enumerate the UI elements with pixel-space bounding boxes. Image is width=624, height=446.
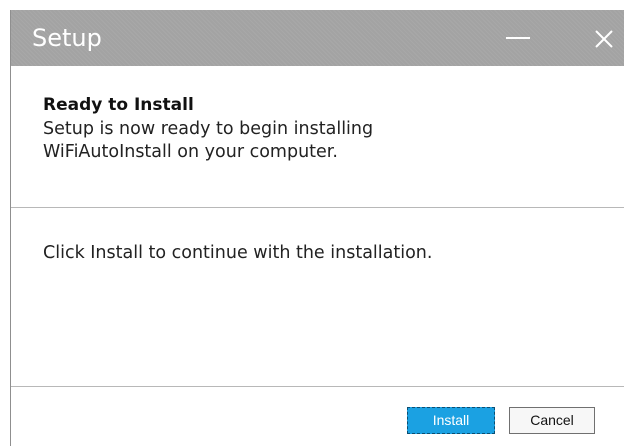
minimize-icon [506,37,530,39]
header-description-line-2: WiFiAutoInstall on your computer. [43,142,338,162]
install-button[interactable]: Install [407,407,495,434]
header-description: Setup is now ready to begin installing W… [43,118,603,164]
header-description-line-1: Setup is now ready to begin installing [43,119,374,139]
minimize-button[interactable] [499,22,539,54]
footer-divider [11,386,624,387]
title-bar[interactable]: Setup [11,10,624,66]
window-title: Setup [32,24,102,52]
page-heading: Ready to Install [43,95,194,115]
instruction-text: Click Install to continue with the insta… [43,243,433,263]
setup-window: Setup Ready to Install Setup is now read… [10,10,624,446]
cancel-button[interactable]: Cancel [509,407,595,434]
close-icon [595,30,613,48]
close-button[interactable] [589,24,619,54]
header-panel: Ready to Install Setup is now ready to b… [11,66,624,208]
